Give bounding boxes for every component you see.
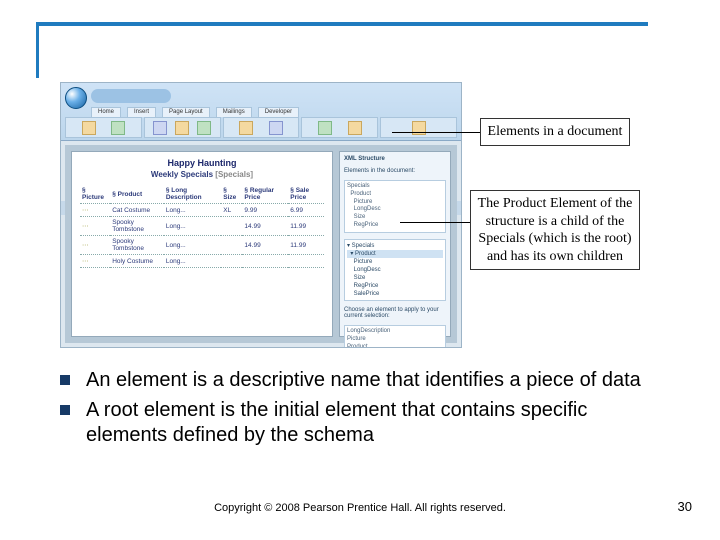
- bullet-square-icon: [60, 405, 70, 415]
- taskpane-hint-label: Elements in the document:: [344, 168, 446, 174]
- callout-leader-2: [400, 222, 470, 223]
- ribbon-tab: Home: [91, 107, 121, 117]
- slide: Home Insert Page Layout Mailings Develop…: [0, 0, 720, 540]
- word-screenshot: Home Insert Page Layout Mailings Develop…: [60, 82, 462, 348]
- taskpane-title: XML Structure: [344, 156, 446, 162]
- ribbon-groups: [65, 117, 457, 138]
- callout-leader-1: [392, 132, 480, 133]
- quick-access-toolbar: [91, 89, 171, 103]
- copyright: Copyright © 2008 Pearson Prentice Hall. …: [0, 502, 720, 514]
- page-number: 30: [678, 499, 692, 514]
- ribbon-tab: Insert: [127, 107, 156, 117]
- office-button-icon: [65, 87, 87, 109]
- xml-structure-pane: XML Structure Elements in the document: …: [339, 151, 451, 337]
- doc-subtitle: Weekly Specials [Specials]: [80, 170, 324, 179]
- ribbon-tab: Developer: [258, 107, 299, 117]
- ribbon-tab: Mailings: [216, 107, 252, 117]
- bullet-item: A root element is the initial element th…: [60, 398, 666, 447]
- table-row: ⋯Holy CostumeLong...: [80, 255, 324, 268]
- apply-label: Choose an element to apply to your curre…: [344, 307, 446, 319]
- table-row: ⋯Spooky TombstoneLong...14.9911.99: [80, 236, 324, 255]
- callout-product-element: The Product Element of the structure is …: [470, 190, 640, 270]
- ribbon-tab: Page Layout: [162, 107, 210, 117]
- bullet-item: An element is a descriptive name that id…: [60, 368, 666, 392]
- specials-table: § Picture § Product § Long Description §…: [80, 185, 324, 268]
- doc-main-title: Happy Haunting: [80, 158, 324, 168]
- taskpane-hint-box: Specials Product Picture LongDesc Size R…: [344, 180, 446, 233]
- document-page: Happy Haunting Weekly Specials [Specials…: [71, 151, 333, 337]
- bullet-text: A root element is the initial element th…: [86, 398, 666, 447]
- ribbon-tabs: Home Insert Page Layout Mailings Develop…: [91, 107, 457, 117]
- tree-product-node: ▾ Product: [347, 250, 443, 258]
- callout-elements: Elements in a document: [480, 118, 630, 146]
- bullet-list: An element is a descriptive name that id…: [60, 368, 666, 453]
- bullet-square-icon: [60, 375, 70, 385]
- apply-box: LongDescription Picture Product RegularP…: [344, 325, 446, 348]
- left-rule: [36, 22, 39, 78]
- table-row: ⋯Spooky TombstoneLong...14.9911.99: [80, 217, 324, 236]
- table-row: ⋯Cat CostumeLong...XL9.996.99: [80, 204, 324, 217]
- bullet-text: An element is a descriptive name that id…: [86, 368, 666, 392]
- xml-tree: ▾ Specials ▾ Product Picture LongDesc Si…: [344, 239, 446, 302]
- top-rule: [36, 22, 648, 26]
- document-surface: Happy Haunting Weekly Specials [Specials…: [65, 145, 457, 343]
